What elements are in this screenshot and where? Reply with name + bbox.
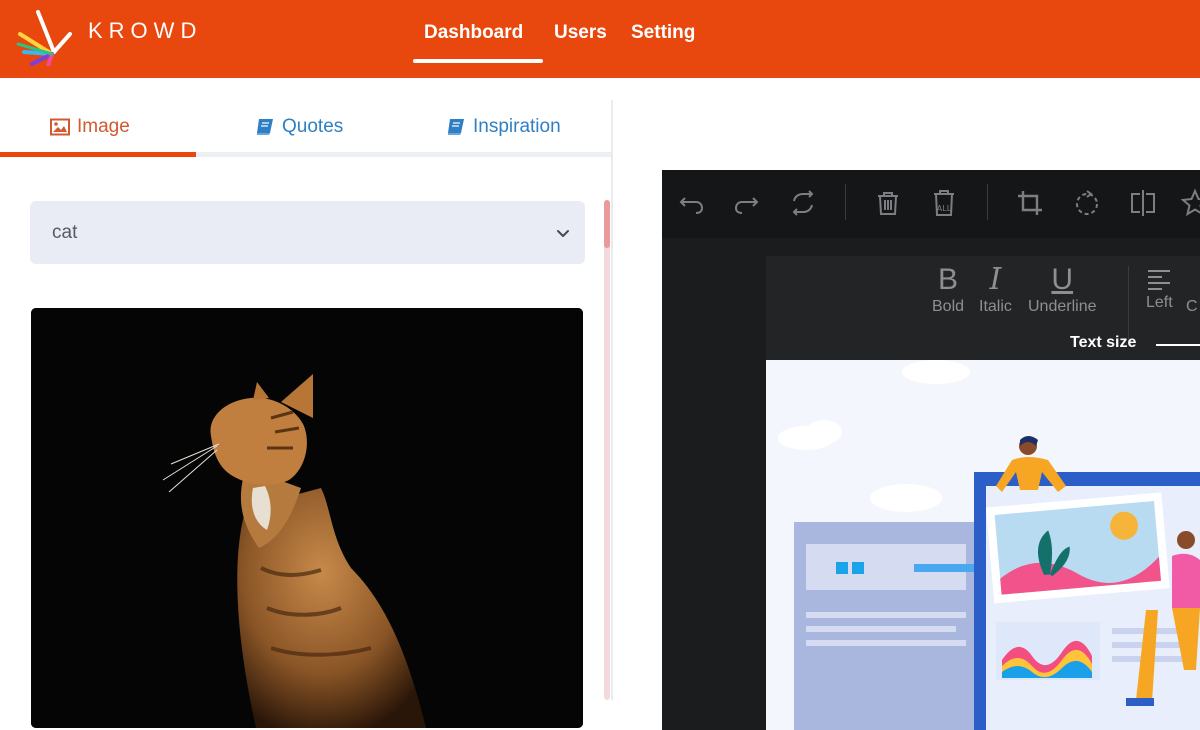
editor-canvas[interactable] [766,360,1200,730]
scrollbar-track[interactable] [604,200,610,700]
scrollbar-thumb[interactable] [604,200,610,248]
nav-dashboard[interactable]: Dashboard [424,22,523,44]
delete-button[interactable] [873,188,903,218]
align-center-button[interactable]: | C [1186,256,1198,316]
trash-icon [878,192,898,215]
content-tabs: Image Quotes Inspiration [0,78,612,158]
select-value: cat [52,221,78,243]
delete-all-button[interactable]: ALL [929,188,959,218]
tab-image[interactable]: Image [50,116,130,138]
svg-text:ALL: ALL [937,204,952,213]
tab-inspiration[interactable]: Inspiration [446,116,561,138]
rotate-button[interactable] [1072,188,1102,218]
underline-button[interactable]: U Underline [1028,256,1096,316]
image-icon [50,118,70,136]
crop-button[interactable] [1015,188,1045,218]
editor-toolbar: ALL [662,170,1200,238]
redo-icon [734,197,759,214]
flip-icon [1131,190,1155,216]
bold-button[interactable]: B Bold [932,256,964,316]
text-format-panel: B Bold I Italic U Underline Left | C Tex… [766,256,1200,360]
tab-image-label: Image [77,116,130,137]
redo-button[interactable] [732,188,762,218]
nav-active-indicator [413,59,543,63]
bold-label: Bold [932,298,965,315]
reset-button[interactable] [788,188,818,218]
bold-glyph: B [938,263,959,296]
search-category-select[interactable]: cat [30,201,585,264]
illustration [778,360,1200,730]
format-separator [1128,266,1129,342]
cat-photo [31,308,583,728]
toolbar-separator [845,184,846,220]
toolbar-separator [987,184,988,220]
crop-icon [1018,191,1042,215]
result-image[interactable] [31,308,583,728]
shape-button[interactable] [1180,188,1200,218]
reset-icon [792,190,814,216]
align-left-icon [1148,270,1171,290]
book-icon [448,119,464,135]
italic-glyph: I [989,262,1002,297]
panel-divider [611,100,613,700]
tab-quotes[interactable]: Quotes [255,116,343,138]
italic-button[interactable]: I Italic [979,256,1012,316]
undo-icon [679,197,704,214]
underline-glyph: U [1051,263,1074,296]
image-editor: ALL B Bold I Italic U Underline Left C T… [662,170,1200,730]
brand-name: KROWD [88,18,203,43]
trash-all-icon: ALL [934,190,954,216]
align-left-button[interactable]: Left [1146,256,1173,312]
nav-setting[interactable]: Setting [631,22,695,44]
tab-quotes-label: Quotes [282,116,344,137]
undo-button[interactable] [676,188,706,218]
underline-label: Underline [1028,298,1097,315]
align-left-label: Left [1146,294,1173,311]
rotate-icon [1076,190,1098,215]
krowd-logo[interactable] [14,4,80,66]
flip-button[interactable] [1128,188,1158,218]
top-navbar: KROWD Dashboard Users Setting [0,0,1200,78]
text-size-label: Text size [1070,334,1137,351]
book-icon [257,119,273,135]
chevron-down-icon [557,229,569,237]
nav-users[interactable]: Users [554,22,607,44]
star-icon [1180,188,1200,217]
tab-inspiration-label: Inspiration [473,116,561,137]
text-size-slider[interactable] [1156,344,1200,346]
tab-active-indicator [0,152,196,157]
italic-label: Italic [979,298,1012,315]
align-center-label: C [1186,298,1198,315]
